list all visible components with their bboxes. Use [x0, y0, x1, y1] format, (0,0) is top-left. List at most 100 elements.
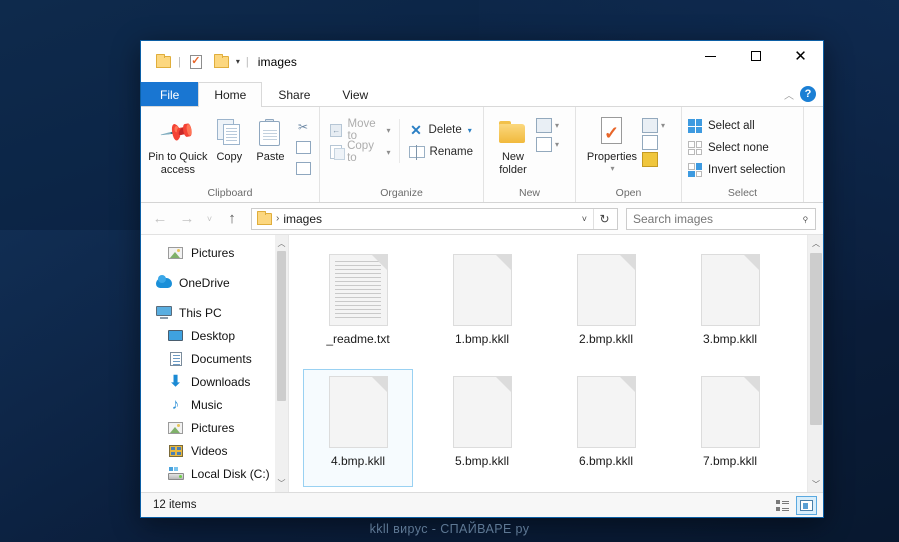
edit-icon	[642, 135, 658, 150]
rename-button[interactable]: Rename	[405, 141, 477, 163]
file-list-pane[interactable]: _readme.txt 1.bmp.kkll 2.bmp.kkll 3.bmp.…	[289, 235, 823, 492]
invert-selection-button[interactable]: Invert selection	[688, 159, 785, 181]
file-item-6[interactable]: 6.bmp.kkll	[551, 369, 661, 487]
tab-view[interactable]: View	[326, 82, 384, 106]
file-pane-scrollbar[interactable]: ︿ ﹀	[807, 235, 823, 492]
scroll-down-icon[interactable]: ﹀	[278, 475, 286, 492]
large-icons-view-button[interactable]	[796, 495, 817, 515]
file-name: 5.bmp.kkll	[454, 454, 510, 468]
folder-icon[interactable]	[150, 49, 176, 75]
chevron-down-icon: ▾	[555, 140, 560, 149]
new-folder-icon[interactable]	[209, 49, 235, 75]
copy-path-icon[interactable]	[293, 138, 313, 157]
delete-button[interactable]: ✕ Delete ▾	[405, 119, 477, 141]
tab-share[interactable]: Share	[262, 82, 326, 106]
tab-file[interactable]: File	[141, 82, 199, 106]
scroll-up-icon[interactable]: ︿	[278, 235, 286, 252]
group-label-open: Open	[615, 187, 642, 199]
move-to-button[interactable]: ← Move to ▾	[326, 118, 395, 142]
minimize-button[interactable]	[688, 41, 733, 71]
quick-access-toolbar: | ✓ ▾ | images	[141, 41, 297, 82]
sidebar-item-desktop[interactable]: Desktop	[141, 324, 288, 347]
group-label-select: Select	[727, 187, 758, 199]
select-all-button[interactable]: Select all	[688, 115, 755, 137]
search-box[interactable]: Search images ⌕	[626, 207, 816, 230]
file-pane-scroll-thumb[interactable]	[810, 253, 822, 425]
breadcrumb-images[interactable]: images	[283, 212, 322, 226]
navigation-pane: Pictures OneDrive This PC Desktop Docume…	[141, 235, 289, 492]
chevron-down-icon[interactable]: ˅	[576, 214, 593, 224]
details-view-button[interactable]	[772, 496, 793, 515]
copy-icon	[217, 116, 241, 148]
paste-shortcut-icon[interactable]	[293, 159, 313, 178]
sidebar-item-videos[interactable]: Videos	[141, 439, 288, 462]
sidebar-item-pictures[interactable]: Pictures	[141, 416, 288, 439]
file-item-partial[interactable]	[551, 491, 661, 492]
properties-icon[interactable]: ✓	[183, 49, 209, 75]
sidebar-scrollbar[interactable]: ︿ ﹀	[275, 235, 288, 492]
music-icon: ♪	[171, 396, 180, 413]
recent-locations-button[interactable]: ˅	[202, 207, 217, 231]
open-mini-buttons: ▾	[642, 112, 665, 167]
file-item-1[interactable]: 1.bmp.kkll	[427, 247, 537, 365]
easy-access-button[interactable]: ▾	[536, 137, 559, 152]
properties-button[interactable]: ✓ Properties ▾	[582, 112, 642, 173]
sidebar-item-documents[interactable]: Documents	[141, 347, 288, 370]
file-item-partial[interactable]	[675, 491, 785, 492]
close-button[interactable]: ✕	[778, 41, 823, 71]
back-button[interactable]: ←	[148, 207, 172, 231]
file-item-5[interactable]: 5.bmp.kkll	[427, 369, 537, 487]
open-button[interactable]: ▾	[642, 118, 665, 133]
up-button[interactable]: ↑	[220, 207, 244, 231]
refresh-icon[interactable]: ↻	[593, 208, 615, 229]
ribbon: 📌 Pin to Quick access Copy Paste ✂ Clipb…	[141, 107, 823, 203]
ribbon-group-clipboard: 📌 Pin to Quick access Copy Paste ✂ Clipb…	[141, 107, 319, 202]
forward-button[interactable]: →	[175, 207, 199, 231]
sidebar-scroll-thumb[interactable]	[277, 251, 286, 401]
select-none-button[interactable]: Select none	[688, 137, 769, 159]
details-view-icon	[776, 499, 789, 511]
sidebar-item-onedrive[interactable]: OneDrive	[141, 271, 288, 294]
copy-to-label: Copy to	[347, 140, 374, 164]
help-icon[interactable]: ?	[800, 86, 816, 102]
copy-button[interactable]: Copy	[209, 112, 250, 164]
sidebar-item-label: Pictures	[191, 245, 235, 260]
file-item-7[interactable]: 7.bmp.kkll	[675, 369, 785, 487]
pin-to-quick-access-button[interactable]: 📌 Pin to Quick access	[147, 112, 209, 176]
history-button[interactable]	[642, 152, 665, 167]
file-item-3[interactable]: 3.bmp.kkll	[675, 247, 785, 365]
desktop-icon	[167, 330, 184, 341]
file-item-2[interactable]: 2.bmp.kkll	[551, 247, 661, 365]
new-folder-button[interactable]: New folder	[490, 112, 536, 176]
address-field[interactable]: › images ˅ ↻	[251, 207, 618, 230]
file-item-partial[interactable]	[427, 491, 537, 492]
copy-to-button[interactable]: Copy to ▾	[326, 140, 395, 164]
folder-icon	[257, 210, 272, 225]
scroll-up-icon[interactable]: ︿	[808, 235, 823, 251]
new-item-button[interactable]: ▾	[536, 118, 559, 133]
sidebar-item-music[interactable]: ♪ Music	[141, 393, 288, 416]
minimize-icon	[705, 55, 716, 57]
watermark-text: kkll вирус - СПАЙВАРЕ ру	[369, 522, 530, 536]
chevron-up-icon[interactable]: ︿	[784, 87, 794, 102]
pin-label-line1: Pin to Quick	[148, 151, 208, 163]
search-input[interactable]: Search images	[633, 212, 802, 226]
maximize-button[interactable]	[733, 41, 778, 71]
sidebar-item-local-disk[interactable]: Local Disk (C:)	[141, 462, 288, 485]
sidebar-item-downloads[interactable]: ⬇ Downloads	[141, 370, 288, 393]
paste-button[interactable]: Paste	[250, 112, 291, 164]
file-item-4[interactable]: 4.bmp.kkll	[303, 369, 413, 487]
large-icons-view-icon	[800, 499, 813, 511]
sidebar-item-this-pc[interactable]: This PC	[141, 301, 288, 324]
edit-button[interactable]	[642, 135, 665, 150]
sidebar-item-pictures-quick[interactable]: Pictures	[141, 241, 288, 264]
chevron-down-icon[interactable]: ▾	[235, 57, 244, 66]
qat-divider-2: |	[245, 55, 249, 68]
tab-home[interactable]: Home	[198, 82, 263, 107]
file-item-readme[interactable]: _readme.txt	[303, 247, 413, 365]
cut-icon[interactable]: ✂	[293, 117, 313, 136]
chevron-down-icon: ▾	[386, 147, 391, 157]
file-item-partial[interactable]	[303, 491, 413, 492]
maximize-icon	[750, 51, 761, 61]
scroll-down-icon[interactable]: ﹀	[808, 476, 823, 492]
